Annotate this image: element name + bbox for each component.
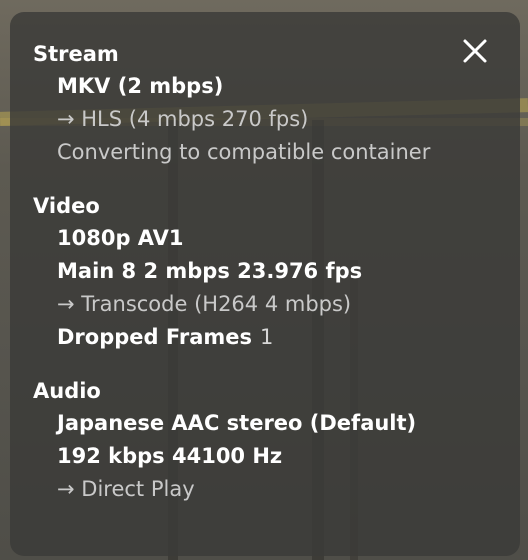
video-resolution-codec: 1080p AV1: [57, 226, 184, 250]
dropped-frames-row: Dropped Frames 1: [57, 321, 520, 354]
video-title: Video: [33, 194, 100, 218]
audio-track: Japanese AAC stereo (Default): [57, 411, 417, 435]
close-button[interactable]: [460, 36, 490, 66]
stream-output: → HLS (4 mbps 270 fps): [57, 107, 309, 131]
audio-bitrate: 192 kbps 44100 Hz: [57, 444, 283, 468]
stream-section: Stream MKV (2 mbps) → HLS (4 mbps 270 fp…: [33, 38, 520, 169]
stream-container: MKV (2 mbps): [57, 74, 224, 98]
audio-mode: → Direct Play: [57, 477, 195, 501]
close-x-icon: [463, 39, 487, 63]
playback-info-panel: Stream MKV (2 mbps) → HLS (4 mbps 270 fp…: [10, 12, 520, 556]
video-section: Video 1080p AV1 Main 8 2 mbps 23.976 fps…: [33, 190, 520, 354]
video-profile: Main 8 2 mbps 23.976 fps: [57, 259, 363, 283]
audio-title: Audio: [33, 379, 101, 403]
audio-section: Audio Japanese AAC stereo (Default) 192 …: [33, 375, 520, 506]
video-transcode: → Transcode (H264 4 mbps): [57, 292, 352, 316]
stream-note: Converting to compatible container: [57, 140, 431, 164]
stream-title: Stream: [33, 42, 119, 66]
dropped-frames-value: 1: [260, 325, 274, 349]
dropped-frames-label: Dropped Frames: [57, 325, 253, 349]
